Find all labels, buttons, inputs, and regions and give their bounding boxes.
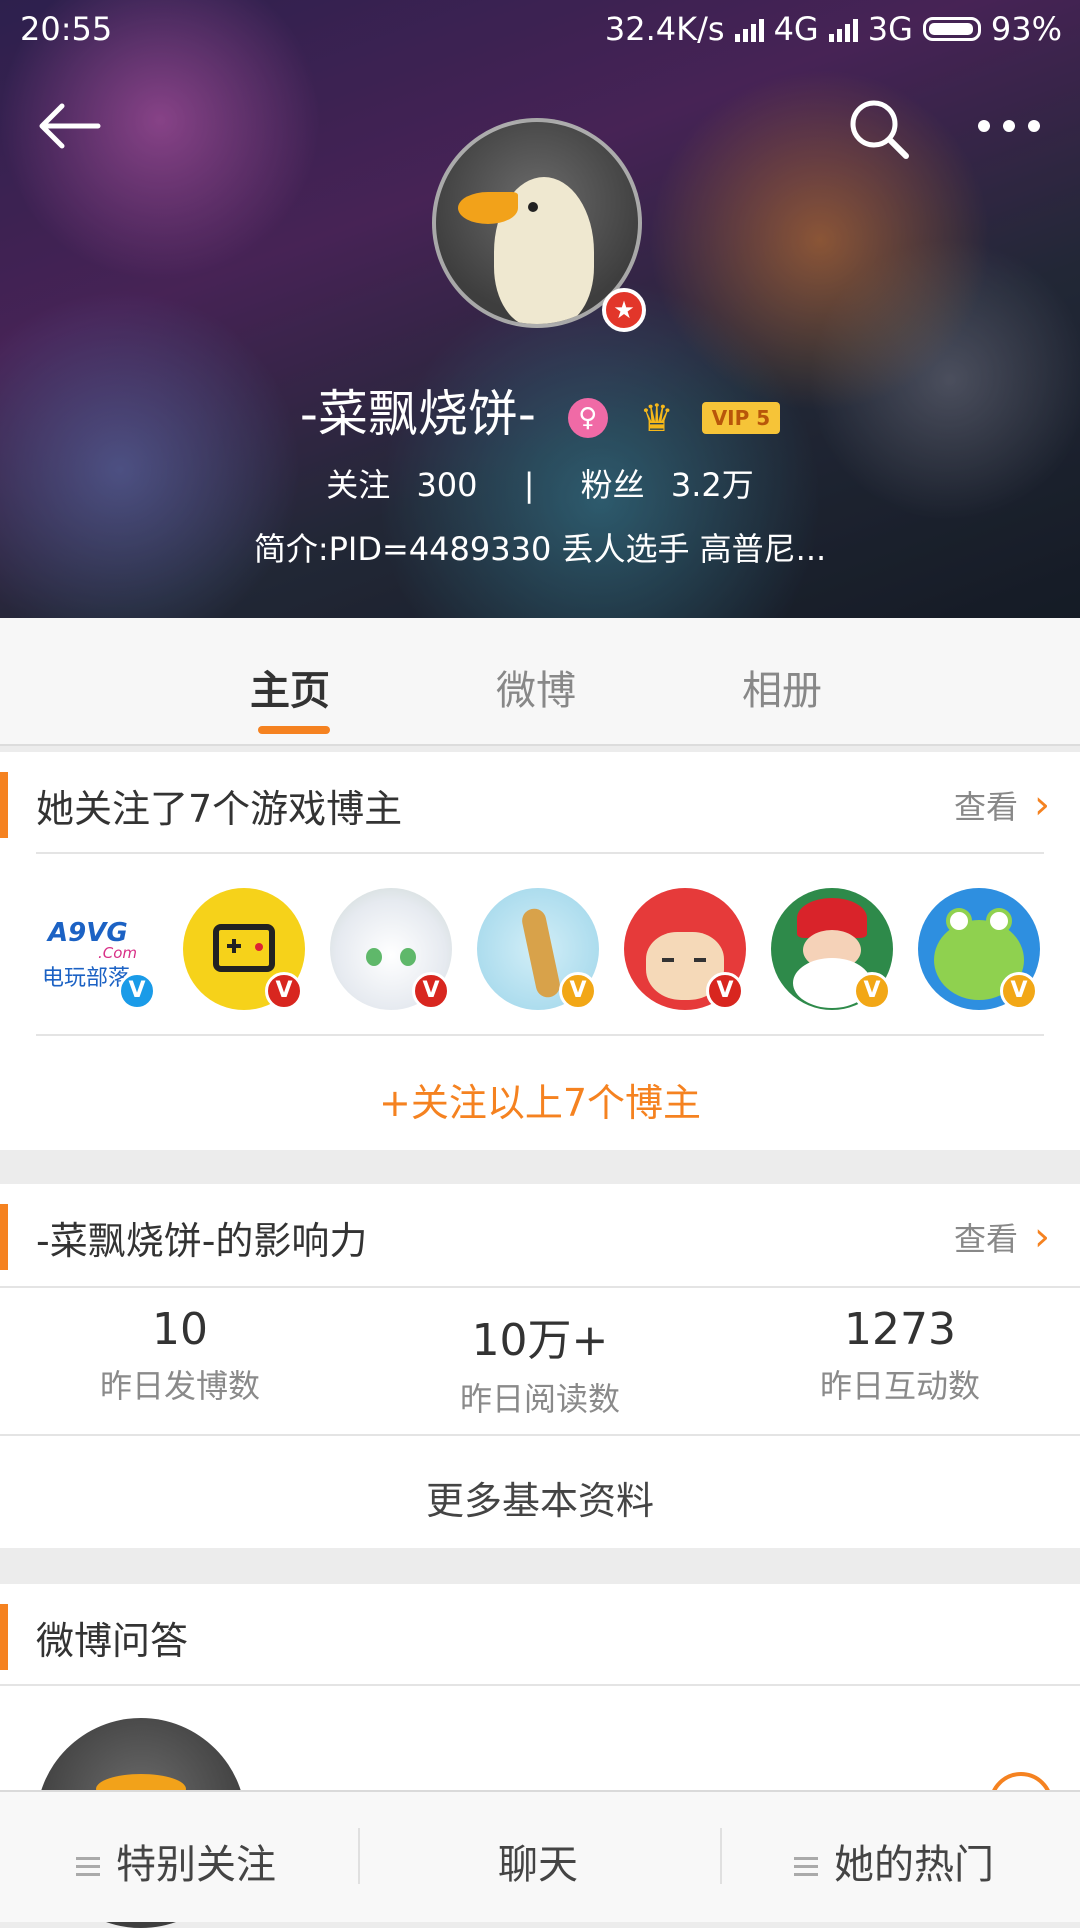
- section-accent: [0, 1204, 8, 1270]
- female-icon: ♀: [567, 397, 608, 438]
- verified-gold-icon: V: [1000, 972, 1038, 1010]
- section-accent: [0, 1604, 8, 1670]
- verified-badge-icon: ★: [602, 288, 646, 332]
- menu-icon: [794, 1857, 818, 1877]
- blogger-avatar-list: A9VG .Com 电玩部落 V V V V V V V: [36, 888, 1044, 1014]
- chevron-right-icon: ›: [1034, 782, 1050, 828]
- signal-icon-2: [828, 16, 858, 42]
- metric-label: 昨日互动数: [819, 1367, 980, 1405]
- section-accent: [0, 772, 8, 838]
- network-speed: 32.4K/s: [604, 10, 725, 48]
- verified-red-icon: V: [706, 972, 744, 1010]
- influence-metrics: 10 昨日发博数 10万+ 昨日阅读数 1273 昨日互动数: [0, 1294, 1080, 1418]
- metric-interactions: 1273 昨日互动数: [720, 1304, 1080, 1407]
- metric-posts: 10 昨日发博数: [0, 1304, 360, 1407]
- metric-label: 昨日发博数: [99, 1367, 260, 1405]
- divider: [36, 852, 1044, 854]
- following-label[interactable]: 关注: [326, 466, 390, 504]
- separator: [358, 1828, 360, 1884]
- qa-title: 微博问答: [36, 1619, 189, 1663]
- more-label: 查看: [953, 788, 1018, 826]
- followed-bloggers-more[interactable]: 查看 ›: [954, 782, 1050, 828]
- fans-label[interactable]: 粉丝: [581, 466, 645, 504]
- profile-header: 20:55 32.4K/s 4G 3G 93% ★ -菜飘烧饼- ♀ ♛ VIP…: [0, 0, 1080, 618]
- signal-icon: [734, 16, 764, 42]
- profile-tabs: 主页 微博 相册: [0, 618, 1080, 746]
- vip-badge[interactable]: VIP 5: [701, 401, 781, 434]
- back-arrow-icon[interactable]: [36, 100, 102, 152]
- influence-more[interactable]: 查看 ›: [954, 1214, 1050, 1260]
- tab-home[interactable]: 主页: [250, 658, 330, 716]
- metric-reads: 10万+ 昨日阅读数: [360, 1304, 720, 1420]
- divider: [0, 1286, 1080, 1288]
- divider: [36, 1034, 1044, 1036]
- bottom-label: 聊天: [498, 1842, 578, 1888]
- qa-card: 微博问答: [0, 1584, 1080, 1928]
- metric-value: 10万+: [471, 1315, 609, 1366]
- verified-gold-icon: V: [559, 972, 597, 1010]
- network-type-2: 3G: [867, 10, 913, 48]
- a9vg-logo-cn: 电玩部落: [42, 966, 131, 991]
- active-tab-indicator: [258, 726, 330, 734]
- network-type-1: 4G: [773, 10, 819, 48]
- influence-card: -菜飘烧饼-的影响力 查看 › 10 昨日发博数 10万+ 昨日阅读数 1273 …: [0, 1184, 1080, 1548]
- chat-button[interactable]: 聊天: [498, 1832, 578, 1890]
- verified-blue-icon: V: [118, 972, 156, 1010]
- bottom-action-bar: 特别关注 聊天 她的热门: [0, 1790, 1080, 1922]
- verified-red-icon: V: [265, 972, 303, 1010]
- tab-album[interactable]: 相册: [742, 658, 822, 716]
- special-follow-button[interactable]: 特别关注: [76, 1832, 276, 1890]
- bottom-label: 特别关注: [116, 1842, 276, 1888]
- battery-icon: [922, 17, 981, 41]
- divider: [0, 1434, 1080, 1436]
- separator: [720, 1828, 722, 1884]
- status-time: 20:55: [20, 10, 113, 48]
- metric-value: 1273: [844, 1304, 956, 1355]
- menu-icon: [76, 1857, 100, 1877]
- verified-red-icon: V: [412, 972, 450, 1010]
- influence-title: -菜飘烧饼-的影响力: [36, 1219, 368, 1263]
- search-icon[interactable]: [846, 96, 912, 162]
- following-count[interactable]: 300: [416, 466, 477, 504]
- battery-level: 93%: [990, 10, 1062, 48]
- bottom-label: 她的热门: [834, 1842, 994, 1888]
- more-basic-info-button[interactable]: 更多基本资料: [0, 1470, 1080, 1525]
- more-icon[interactable]: [976, 118, 1042, 134]
- tab-weibo[interactable]: 微博: [496, 658, 576, 716]
- divider: [0, 1684, 1080, 1686]
- fans-count[interactable]: 3.2万: [671, 466, 754, 504]
- followed-bloggers-title: 她关注了7个游戏博主: [36, 787, 403, 831]
- follow-all-button[interactable]: +关注以上7个博主: [0, 1072, 1080, 1127]
- metric-label: 昨日阅读数: [459, 1380, 620, 1418]
- follow-stats: 关注 300 | 粉丝 3.2万: [326, 466, 754, 504]
- chevron-right-icon: ›: [1034, 1214, 1050, 1260]
- her-hot-button[interactable]: 她的热门: [794, 1832, 994, 1890]
- verified-gold-icon: V: [853, 972, 891, 1010]
- profile-bio[interactable]: 简介:PID=4489330 丢人选手 高普尼...: [0, 524, 1080, 570]
- profile-name-row: -菜飘烧饼- ♀ ♛ VIP 5: [0, 374, 1080, 446]
- more-label: 查看: [953, 1220, 1018, 1258]
- followed-bloggers-card: 她关注了7个游戏博主 查看 › A9VG .Com 电玩部落 V V V V V…: [0, 752, 1080, 1150]
- profile-name: -菜飘烧饼-: [299, 385, 536, 443]
- status-bar: 20:55 32.4K/s 4G 3G 93%: [0, 0, 1080, 60]
- metric-value: 10: [152, 1304, 208, 1355]
- crown-icon: ♛: [639, 395, 674, 440]
